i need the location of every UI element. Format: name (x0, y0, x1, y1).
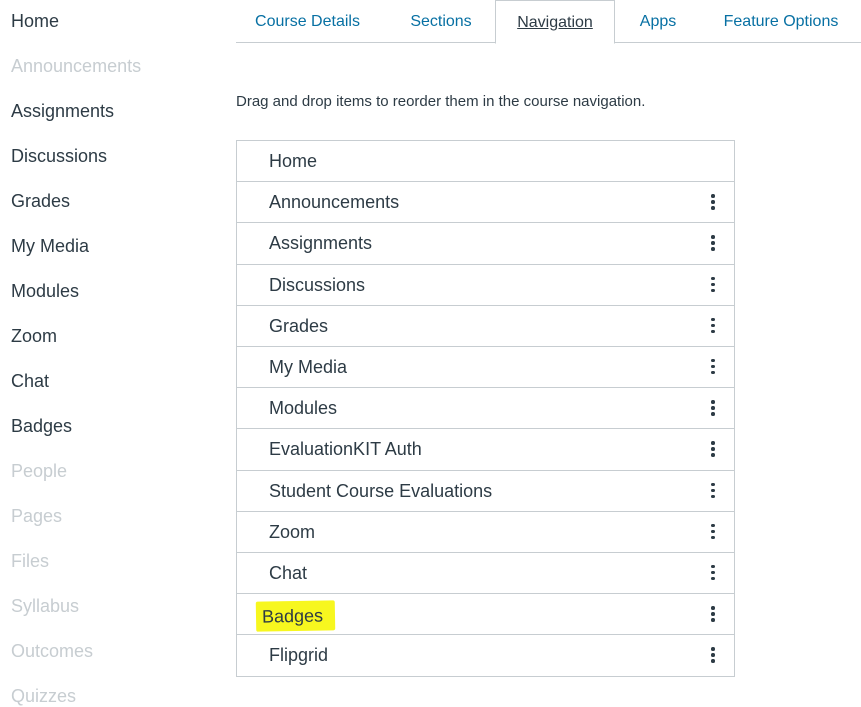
nav-item-grades[interactable]: Grades (237, 306, 734, 347)
sidebar-item-pages[interactable]: Pages (11, 505, 62, 527)
nav-item-assignments[interactable]: Assignments (237, 223, 734, 265)
settings-tabs: Course Details Sections Navigation Apps … (236, 0, 861, 44)
nav-item-badges[interactable]: Badges (237, 594, 734, 636)
kebab-menu-icon[interactable] (708, 275, 718, 295)
nav-item-label: Discussions (269, 274, 366, 295)
tab-course-details[interactable]: Course Details (241, 0, 374, 43)
nav-item-label: EvaluationKIT Auth (269, 439, 422, 460)
kebab-menu-icon[interactable] (708, 604, 718, 624)
sidebar-item-my-media[interactable]: My Media (11, 235, 89, 257)
tab-feature-options[interactable]: Feature Options (706, 0, 856, 43)
nav-item-discussions[interactable]: Discussions (237, 265, 734, 306)
course-sidebar: Home Announcements Assignments Discussio… (0, 0, 200, 706)
sidebar-item-grades[interactable]: Grades (11, 190, 70, 212)
nav-item-home[interactable]: Home (237, 141, 734, 183)
nav-item-modules[interactable]: Modules (237, 388, 734, 430)
kebab-menu-icon[interactable] (708, 481, 718, 501)
nav-item-label: Flipgrid (269, 645, 329, 666)
kebab-menu-icon[interactable] (708, 233, 718, 253)
tab-label: Course Details (255, 13, 360, 30)
sidebar-item-announcements[interactable]: Announcements (11, 55, 141, 77)
kebab-menu-icon[interactable] (708, 522, 718, 542)
sidebar-item-discussions[interactable]: Discussions (11, 145, 107, 167)
tab-sections[interactable]: Sections (396, 0, 486, 43)
kebab-menu-icon[interactable] (708, 357, 718, 377)
sidebar-item-outcomes[interactable]: Outcomes (11, 640, 93, 662)
nav-item-label: Student Course Evaluations (269, 480, 493, 501)
sidebar-item-files[interactable]: Files (11, 550, 49, 572)
sidebar-item-assignments[interactable]: Assignments (11, 100, 114, 122)
sidebar-item-chat[interactable]: Chat (11, 370, 49, 392)
tab-label: Navigation (517, 14, 593, 31)
nav-item-label: Home (269, 151, 318, 171)
nav-item-label-highlighted: Badges (255, 600, 336, 632)
nav-item-label: Chat (269, 562, 308, 583)
kebab-menu-icon[interactable] (708, 316, 718, 336)
tab-navigation[interactable]: Navigation (495, 0, 615, 44)
nav-item-student-course-evaluations[interactable]: Student Course Evaluations (237, 471, 734, 512)
nav-item-my-media[interactable]: My Media (237, 347, 734, 389)
sidebar-item-home[interactable]: Home (11, 10, 59, 32)
sidebar-item-modules[interactable]: Modules (11, 280, 79, 302)
nav-item-announcements[interactable]: Announcements (237, 182, 734, 224)
nav-item-label: Assignments (269, 233, 373, 254)
nav-item-label: My Media (269, 356, 348, 377)
kebab-menu-icon[interactable] (708, 439, 718, 459)
nav-item-chat[interactable]: Chat (237, 553, 734, 595)
nav-item-label: Modules (269, 398, 338, 419)
reorder-instructions: Drag and drop items to reorder them in t… (236, 93, 646, 110)
nav-item-evaluationkit-auth[interactable]: EvaluationKIT Auth (237, 429, 734, 471)
nav-item-label: Zoom (269, 521, 316, 542)
nav-item-label: Announcements (269, 192, 400, 213)
nav-item-flipgrid[interactable]: Flipgrid (237, 635, 734, 676)
nav-item-label: Grades (269, 315, 329, 336)
kebab-menu-icon[interactable] (708, 192, 718, 212)
sidebar-item-people[interactable]: People (11, 460, 67, 482)
tab-label: Apps (639, 13, 677, 30)
tab-label: Sections (410, 13, 472, 30)
tab-apps[interactable]: Apps (628, 0, 688, 43)
sidebar-item-badges[interactable]: Badges (11, 415, 72, 437)
navigation-list: Home Announcements Assignments Discussio… (236, 140, 735, 678)
sidebar-item-zoom[interactable]: Zoom (11, 325, 57, 347)
sidebar-item-syllabus[interactable]: Syllabus (11, 595, 79, 617)
kebab-menu-icon[interactable] (708, 645, 718, 665)
nav-item-zoom[interactable]: Zoom (237, 512, 734, 553)
kebab-menu-icon[interactable] (708, 563, 718, 583)
tab-label: Feature Options (723, 13, 839, 30)
kebab-menu-icon[interactable] (708, 398, 718, 418)
